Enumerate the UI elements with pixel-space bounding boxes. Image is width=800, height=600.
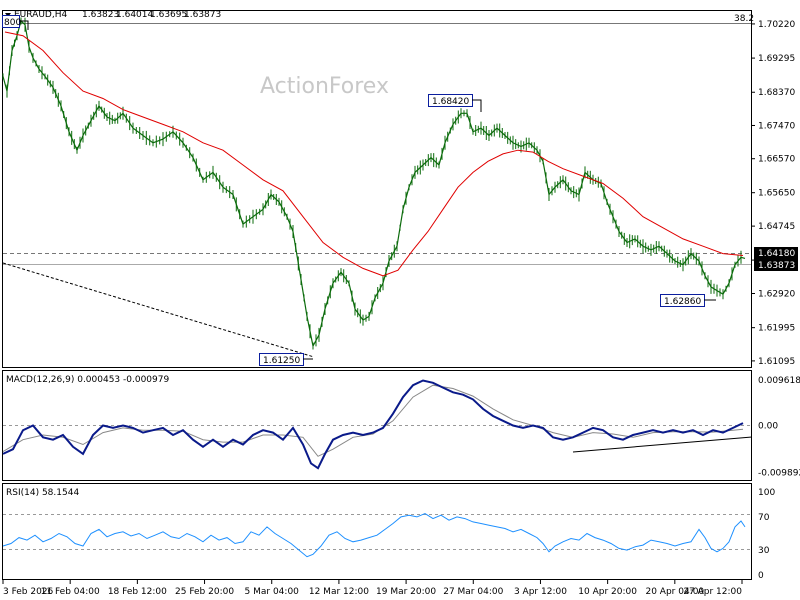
rsi-axis: 100 70 30 0 (758, 488, 775, 581)
price-tick-label: 1.66570 (758, 155, 795, 165)
time-tick-label: 25 Feb 20:00 (175, 587, 234, 597)
macd-tick-label: -0.009892 (758, 468, 800, 478)
current-price-tag: 1.64180 (754, 247, 798, 259)
time-axis: 3 Feb 202611 Feb 04:00 18 Feb 12:00 25 Feb… (2, 580, 743, 597)
label-left-high-text: 800 (4, 18, 21, 28)
time-tick-label: 27 Apr 12:00 (683, 587, 742, 597)
rsi-label: RSI(14) 58.1544 (6, 488, 79, 498)
chart-canvas: ActionForex EURAUD,H4 1.63823 1.64014 1.… (2, 10, 800, 597)
label-low-2-text: 1.62860 (664, 297, 701, 307)
current-price-tag-text: 1.64180 (758, 249, 795, 259)
fib-level-label: 38.2 (734, 14, 754, 24)
close-price-tag-text: 1.63873 (758, 261, 795, 271)
macd-label: MACD(12,26,9) 0.000453 -0.000979 (6, 375, 169, 385)
rsi-panel-frame (2, 483, 752, 580)
time-tick-label: 10 Apr 20:00 (578, 587, 637, 597)
time-tick-label: 12 Mar 12:00 (309, 587, 369, 597)
header-open: 1.63823 (82, 10, 119, 20)
header-high: 1.64014 (116, 10, 153, 20)
header-low: 1.63695 (150, 10, 187, 20)
price-axis: 1.70220 1.69295 1.68370 1.67470 1.66570 1.656… (751, 20, 795, 367)
price-tick-label: 1.70220 (758, 20, 795, 30)
watermark: ActionForex (260, 74, 389, 99)
header-close: 1.63873 (184, 10, 221, 20)
rsi-tick-label: 30 (758, 546, 770, 556)
header-symbol: EURAUD,H4 (14, 10, 67, 20)
time-tick-label: 27 Mar 04:00 (443, 587, 503, 597)
macd-tick-label: 0.00 (758, 422, 778, 432)
price-tick-label: 1.61095 (758, 357, 795, 367)
rsi-tick-label: 70 (758, 513, 770, 523)
macd-axis: 0.009618 0.00 -0.009892 (758, 376, 800, 478)
price-tick-label: 1.65650 (758, 189, 795, 199)
rsi-tick-label: 100 (758, 488, 775, 498)
time-tick-label: 11 Feb 04:00 (41, 587, 100, 597)
time-tick-label: 3 Apr 12:00 (514, 587, 567, 597)
close-price-tag: 1.63873 (754, 259, 798, 271)
price-tick-label: 1.62920 (758, 290, 795, 300)
price-tick-label: 1.69295 (758, 54, 795, 64)
price-panel-frame (2, 10, 752, 368)
rsi-tick-label: 0 (758, 571, 764, 581)
price-tick-label: 1.67470 (758, 121, 795, 131)
price-tick-label: 1.64745 (758, 222, 795, 232)
label-high-1-text: 1.68420 (432, 97, 469, 107)
time-tick-label: 19 Mar 20:00 (376, 587, 436, 597)
time-tick-label: 18 Feb 12:00 (108, 587, 167, 597)
macd-tick-label: 0.009618 (758, 376, 800, 386)
time-tick-label: 5 Mar 04:00 (245, 587, 300, 597)
price-tick-label: 1.68370 (758, 88, 795, 98)
price-tick-label: 1.61995 (758, 324, 795, 334)
label-low-1-text: 1.61250 (263, 356, 300, 366)
